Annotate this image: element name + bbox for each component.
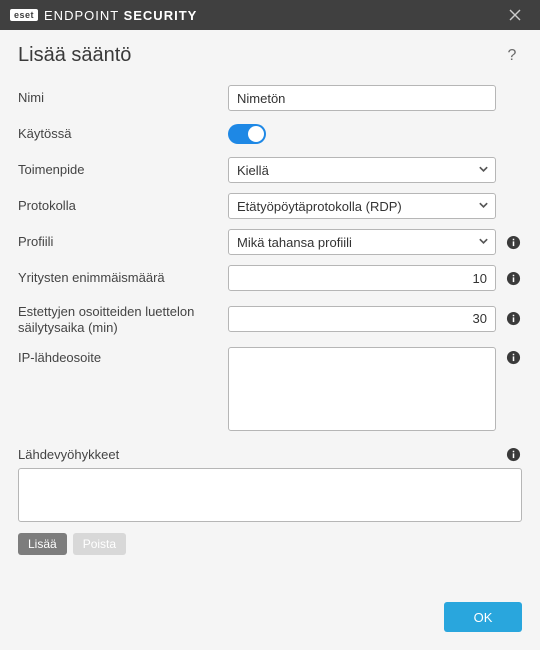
protocol-select[interactable]: Etätyöpöytäprotokolla (RDP) (228, 193, 496, 219)
close-icon (509, 9, 521, 21)
action-select-value: Kiellä (237, 163, 269, 178)
heading-row: Lisää sääntö ? (18, 44, 522, 67)
add-zone-button[interactable]: Lisää (18, 533, 67, 555)
enabled-toggle[interactable] (228, 124, 266, 144)
label-profile: Profiili (18, 234, 228, 250)
name-input[interactable] (228, 85, 496, 111)
label-source-zones: Lähdevyöhykkeet (18, 447, 119, 462)
profile-select-value: Mikä tahansa profiili (237, 235, 352, 250)
source-zones-textarea[interactable] (18, 468, 522, 522)
block-retention-input[interactable] (228, 306, 496, 332)
zones-button-row: Lisää Poista (18, 533, 522, 555)
info-icon (506, 235, 521, 250)
brand-text: ENDPOINT SECURITY (44, 8, 197, 23)
ip-source-info-button[interactable] (504, 350, 522, 365)
help-button[interactable]: ? (502, 47, 522, 65)
protocol-select-value: Etätyöpöytäprotokolla (RDP) (237, 199, 402, 214)
row-max-attempts: Yritysten enimmäismäärä (18, 265, 522, 291)
label-block-retention: Estettyjen osoitteiden luettelon säilyty… (18, 301, 228, 337)
profile-select[interactable]: Mikä tahansa profiili (228, 229, 496, 255)
chevron-down-icon (478, 235, 489, 250)
remove-zone-button: Poista (73, 533, 126, 555)
info-icon (506, 271, 521, 286)
label-protocol: Protokolla (18, 198, 228, 214)
label-ip-source: IP-lähdeosoite (18, 347, 228, 366)
row-block-retention: Estettyjen osoitteiden luettelon säilyty… (18, 301, 522, 337)
source-zones-header: Lähdevyöhykkeet (18, 447, 522, 462)
row-ip-source: IP-lähdeosoite (18, 347, 522, 431)
block-retention-info-button[interactable] (504, 311, 522, 326)
close-button[interactable] (500, 0, 530, 30)
brand-light: ENDPOINT (44, 8, 124, 23)
brand-bold: SECURITY (124, 8, 198, 23)
info-icon (506, 447, 521, 462)
dialog-content: Lisää sääntö ? Nimi Käytössä Toimenpide … (0, 30, 540, 650)
brand-badge: eset (10, 9, 38, 21)
row-name: Nimi (18, 85, 522, 111)
info-icon (506, 350, 521, 365)
ip-source-textarea[interactable] (228, 347, 496, 431)
row-action: Toimenpide Kiellä (18, 157, 522, 183)
ok-button[interactable]: OK (444, 602, 522, 632)
source-zones-info-button[interactable] (504, 447, 522, 462)
label-action: Toimenpide (18, 162, 228, 178)
chevron-down-icon (478, 199, 489, 214)
toggle-knob (248, 126, 264, 142)
row-protocol: Protokolla Etätyöpöytäprotokolla (RDP) (18, 193, 522, 219)
max-attempts-info-button[interactable] (504, 271, 522, 286)
label-enabled: Käytössä (18, 126, 228, 142)
action-select[interactable]: Kiellä (228, 157, 496, 183)
page-title: Lisää sääntö (18, 44, 131, 67)
titlebar: eset ENDPOINT SECURITY (0, 0, 540, 30)
dialog-footer: OK (18, 588, 522, 650)
row-enabled: Käytössä (18, 121, 522, 147)
max-attempts-input[interactable] (228, 265, 496, 291)
profile-info-button[interactable] (504, 235, 522, 250)
label-max-attempts: Yritysten enimmäismäärä (18, 270, 228, 286)
chevron-down-icon (478, 163, 489, 178)
row-profile: Profiili Mikä tahansa profiili (18, 229, 522, 255)
label-name: Nimi (18, 90, 228, 106)
info-icon (506, 311, 521, 326)
source-zones-section: Lähdevyöhykkeet Lisää Poista (18, 447, 522, 555)
